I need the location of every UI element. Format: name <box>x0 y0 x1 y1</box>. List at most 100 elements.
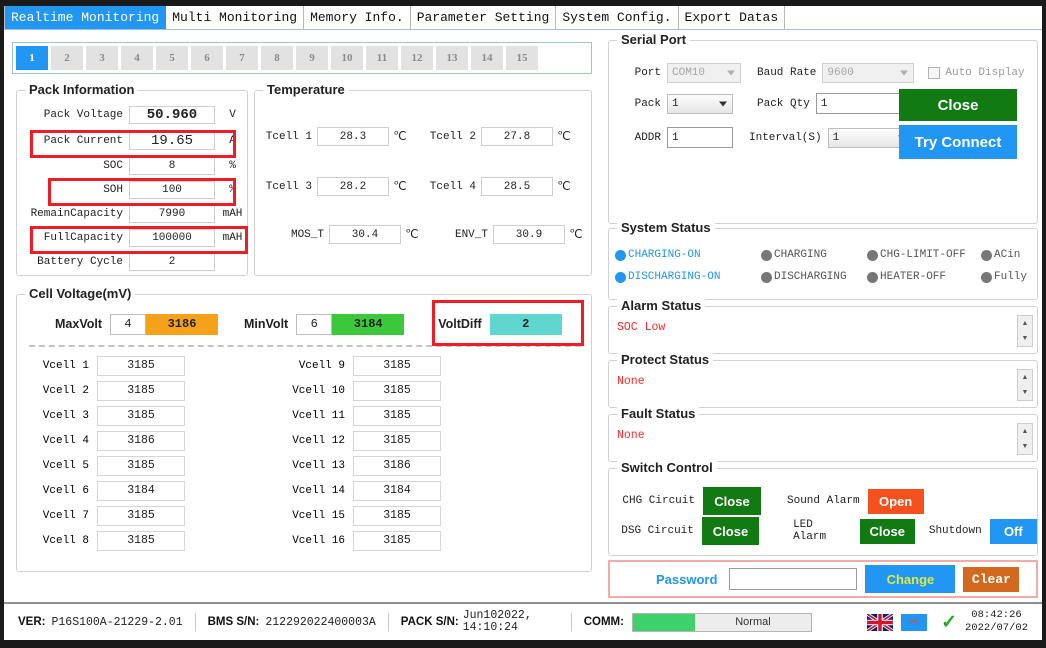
scroll-down-icon[interactable]: ▼ <box>1018 385 1032 400</box>
baud-rate-value: 9600 <box>827 67 854 79</box>
vcell10-value: 3185 <box>353 380 441 401</box>
pack-button-7[interactable]: 7 <box>226 46 258 70</box>
remain-capacity-unit: mAH <box>222 207 243 220</box>
fault-status-panel: Fault Status None ▲ ▼ <box>608 406 1038 462</box>
auto-display-checkbox[interactable] <box>928 67 941 79</box>
tcell4-row: Tcell 4 28.5 ℃ <box>425 177 575 196</box>
close-button[interactable]: Close <box>899 89 1017 121</box>
vcell16-label: Vcell 16 <box>292 534 345 547</box>
pack-number-selector: 1 2 3 4 5 6 7 8 9 10 11 12 13 14 15 <box>12 42 592 74</box>
chevron-down-icon <box>900 70 909 76</box>
port-select[interactable]: COM10 <box>667 63 741 83</box>
pack-button-10[interactable]: 10 <box>331 46 363 70</box>
scroll-up-icon[interactable]: ▲ <box>1018 424 1032 439</box>
minvolt-index: 6 <box>296 313 333 335</box>
try-connect-button[interactable]: Try Connect <box>899 125 1017 159</box>
pack-button-4[interactable]: 4 <box>121 46 153 70</box>
chg-circuit-toggle[interactable]: Close <box>703 487 761 515</box>
dsg-circuit-row: DSG Circuit Close LED Alarm Close Shutdo… <box>617 517 1037 545</box>
status-heater-off: HEATER-OFF <box>867 271 946 283</box>
status-charging: CHARGING <box>761 249 827 261</box>
pack-button-12[interactable]: 12 <box>401 46 433 70</box>
pack-button-2[interactable]: 2 <box>51 46 83 70</box>
clock-date: 2022/07/02 <box>964 622 1028 634</box>
soc-unit: % <box>229 159 236 172</box>
pack-qty-input[interactable]: 1 <box>815 93 900 114</box>
env-temp-unit: ℃ <box>569 228 583 242</box>
cell-row-6: Vcell 6 3184 <box>23 478 185 503</box>
env-temp-row: ENV_T 30.9 ℃ <box>437 225 587 244</box>
pack-current-row: Pack Current 19.65 A <box>17 129 249 152</box>
change-password-button[interactable]: Change <box>865 565 956 593</box>
remain-capacity-row: RemainCapacity 7990 mAH <box>17 202 249 225</box>
soc-value: 8 <box>129 156 215 175</box>
remain-capacity-value: 7990 <box>129 204 215 223</box>
tab-multi-monitoring[interactable]: Multi Monitoring <box>166 6 305 29</box>
vcell7-value: 3185 <box>97 505 185 526</box>
cell-row-3: Vcell 3 3185 <box>23 403 185 428</box>
mos-temp-value: 30.4 <box>329 225 401 244</box>
baud-rate-select[interactable]: 9600 <box>822 63 915 83</box>
soc-row: SOC 8 % <box>17 154 249 177</box>
pack-button-14[interactable]: 14 <box>471 46 503 70</box>
status-divider <box>387 613 389 631</box>
minvolt-value: 3184 <box>332 313 405 335</box>
scissors-icon[interactable]: ✂ <box>901 613 928 631</box>
pack-button-9[interactable]: 9 <box>296 46 328 70</box>
tab-memory-info[interactable]: Memory Info. <box>304 6 411 29</box>
dsg-circuit-toggle[interactable]: Close <box>701 517 760 545</box>
vcell10-label: Vcell 10 <box>292 384 345 397</box>
tab-parameter-setting[interactable]: Parameter Setting <box>410 6 557 29</box>
pack-voltage-unit: V <box>229 108 236 121</box>
tcell3-value: 28.2 <box>317 177 389 196</box>
pack-button-8[interactable]: 8 <box>261 46 293 70</box>
addr-input[interactable]: 1 <box>667 127 733 148</box>
status-divider <box>570 613 572 631</box>
alarm-status-scrollbar[interactable]: ▲ ▼ <box>1017 315 1033 347</box>
env-temp-label: ENV_T <box>454 228 488 241</box>
comm-status-value: Normal <box>735 616 771 628</box>
pack-button-5[interactable]: 5 <box>156 46 188 70</box>
led-icon <box>615 249 626 261</box>
clear-password-button[interactable]: Clear <box>963 566 1020 592</box>
pack-button-3[interactable]: 3 <box>86 46 118 70</box>
sound-alarm-label: Sound Alarm <box>787 495 860 507</box>
shutdown-toggle[interactable]: Off <box>989 518 1037 544</box>
env-temp-value: 30.9 <box>493 225 565 244</box>
tab-system-config[interactable]: System Config. <box>556 6 679 29</box>
pack-button-6[interactable]: 6 <box>191 46 223 70</box>
sound-alarm-toggle[interactable]: Open <box>867 488 924 514</box>
uk-flag-icon[interactable] <box>867 613 894 631</box>
pack-button-15[interactable]: 15 <box>506 46 538 70</box>
protect-status-scrollbar[interactable]: ▲ ▼ <box>1017 369 1033 401</box>
scroll-down-icon[interactable]: ▼ <box>1018 331 1032 346</box>
switch-control-title: Switch Control <box>617 460 717 475</box>
status-chg-limit-off: CHG-LIMIT-OFF <box>867 249 966 261</box>
tcell2-label: Tcell 2 <box>429 130 476 143</box>
scroll-down-icon[interactable]: ▼ <box>1018 439 1032 454</box>
password-input[interactable] <box>729 568 858 590</box>
pack-select[interactable]: 1 <box>667 93 733 114</box>
tab-export-datas[interactable]: Export Datas <box>678 6 786 29</box>
pack-button-13[interactable]: 13 <box>436 46 468 70</box>
scroll-up-icon[interactable]: ▲ <box>1018 316 1032 331</box>
vcell15-label: Vcell 15 <box>292 509 345 522</box>
pack-button-1[interactable]: 1 <box>16 46 48 70</box>
vcell14-value: 3184 <box>353 480 441 501</box>
vcell7-label: Vcell 7 <box>42 509 89 522</box>
chevron-down-icon <box>719 101 727 106</box>
tcell1-row: Tcell 1 28.3 ℃ <box>261 127 411 146</box>
remain-capacity-label: RemainCapacity <box>30 207 123 220</box>
led-icon <box>761 249 772 261</box>
cell-voltage-summary: MaxVolt 4 3186 MinVolt 6 3184 VoltDiff 2 <box>17 309 593 339</box>
tab-realtime-monitoring[interactable]: Realtime Monitoring <box>4 6 167 29</box>
comm-status-bar: Normal <box>631 612 812 632</box>
pack-qty-label: Pack Qty <box>757 97 810 110</box>
led-alarm-toggle[interactable]: Close <box>859 518 915 544</box>
pack-button-11[interactable]: 11 <box>366 46 398 70</box>
vcell4-label: Vcell 4 <box>42 434 89 447</box>
fault-status-scrollbar[interactable]: ▲ ▼ <box>1017 423 1033 455</box>
scroll-up-icon[interactable]: ▲ <box>1018 370 1032 385</box>
cell-row-7: Vcell 7 3185 <box>23 503 185 528</box>
vcell6-value: 3184 <box>97 480 185 501</box>
